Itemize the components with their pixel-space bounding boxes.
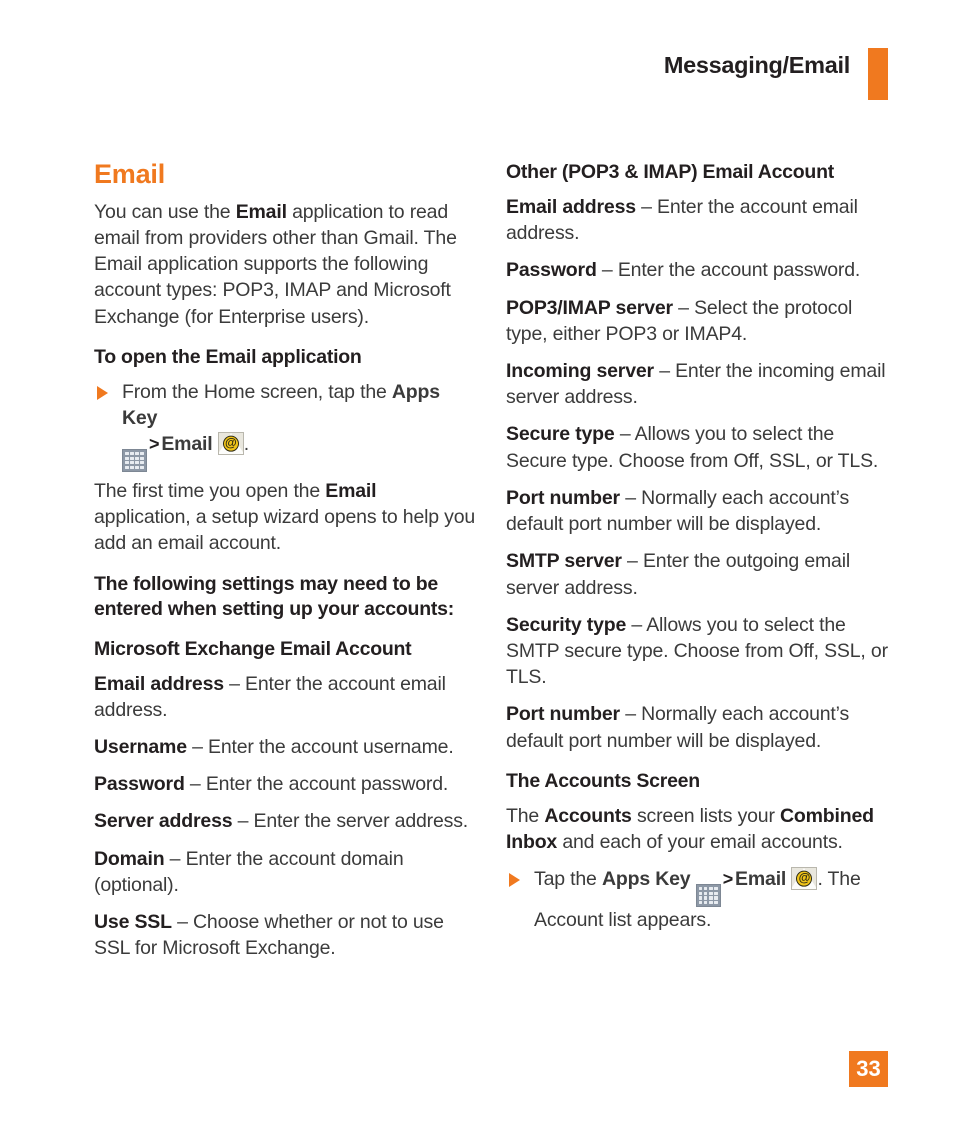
first-time-paragraph: The first time you open the Email applic… [94,478,478,557]
bullet-open-email-label: Email [161,433,213,456]
apps-key-grid [125,452,144,470]
accounts-paragraph: The Accounts screen lists your Combined … [506,803,890,855]
header-accent-bar [868,48,888,100]
settings-notice-heading: The following settings may need to be en… [94,572,454,620]
first-time-bold: Email [325,480,377,503]
setting-desc: – Enter the account username. [186,736,454,758]
intro-bold: Email [235,200,287,223]
orange-triangle-bullet-icon [97,385,108,400]
apps-key-grid [698,887,718,905]
setting-term: Username [94,736,187,758]
setting-term: POP3/IMAP server [506,296,673,319]
bullet-open-email: From the Home screen, tap the Apps Key >… [94,379,478,473]
setting-item: Email address – Enter the account email … [94,671,478,723]
chevron-separator: > [722,869,734,890]
setting-item: Port number – Normally each account’s de… [506,485,890,537]
setting-term: Secure type [506,423,615,446]
setting-item: Port number – Normally each account’s de… [506,701,890,753]
setting-term: Password [94,773,185,796]
subheading-open-email-application: To open the Email application [94,345,362,368]
accounts-b1: Accounts [544,804,632,827]
setting-term: Email address [94,672,224,695]
heading-microsoft-exchange-email-account: Microsoft Exchange Email Account [94,637,412,660]
at-symbol-icon: @ [222,435,239,452]
setting-term: Incoming server [506,360,654,383]
bullet-accounts-email-label: Email [735,868,787,891]
setting-item: Incoming server – Enter the incoming ema… [506,358,890,410]
orange-triangle-bullet-icon [509,873,520,888]
email-envelope-at-icon: @ [217,432,244,456]
bullet-open-post: . [243,433,249,456]
setting-item: Security type – Allows you to select the… [506,612,890,691]
setting-item: POP3/IMAP server – Select the protocol t… [506,295,890,347]
setting-term: Domain [94,847,165,870]
header-title: Messaging/Email [663,52,850,78]
setting-item: Use SSL – Choose whether or not to use S… [94,909,478,961]
bullet-accounts-pre: Tap the [534,868,602,891]
setting-item: Email address – Enter the account email … [506,194,890,246]
intro-paragraph: You can use the Email application to rea… [94,199,478,330]
accounts-p1: The [506,804,545,827]
setting-term: Security type [506,613,627,636]
setting-item: Password – Enter the account password. [94,771,478,797]
setting-item: Domain – Enter the account domain (optio… [94,846,478,898]
setting-item: SMTP server – Enter the outgoing email s… [506,548,890,600]
setting-term: Use SSL [94,911,172,934]
first-time-post: application, a setup wizard opens to hel… [94,506,476,555]
setting-desc: – Enter the account password. [596,259,861,282]
setting-item: Password – Enter the account password. [506,257,890,283]
setting-term: SMTP server [506,550,622,573]
email-envelope-at-icon: @ [791,867,818,891]
apps-key-grid-icon [122,449,147,473]
setting-term: Email address [506,195,636,218]
heading-other-pop3-imap-email-account: Other (POP3 & IMAP) Email Account [506,161,834,183]
setting-item: Secure type – Allows you to select the S… [506,421,890,473]
left-column: Email You can use the Email application … [94,159,478,973]
section-title-email: Email [94,159,166,189]
apps-key-grid-icon [695,884,721,908]
page-header: Messaging/Email [0,48,954,100]
setting-desc: – Enter the server address. [232,810,469,833]
bullet-open-pre: From the Home screen, tap the [122,380,392,403]
setting-term: Password [506,259,597,282]
setting-term: Port number [506,703,620,726]
page-number-badge: 33 [849,1051,888,1087]
first-time-pre: The first time you open the [94,480,326,503]
bullet-open-continuation: > Email @. [122,431,478,473]
right-column: Other (POP3 & IMAP) Email Account Email … [506,160,890,939]
setting-term: Port number [506,486,620,509]
setting-term: Server address [94,810,233,833]
intro-pre: You can use the [94,200,236,223]
accounts-p3: and each of your email accounts. [557,831,843,854]
setting-desc: – Enter the account password. [184,773,449,796]
heading-the-accounts-screen: The Accounts Screen [506,769,700,792]
setting-item: Username – Enter the account username. [94,734,478,760]
bullet-tap-apps-key: Tap the Apps Key > Email @. The Account l… [506,866,890,933]
chevron-separator: > [149,434,160,455]
setting-item: Server address – Enter the server addres… [94,808,478,834]
accounts-p2: screen lists your [631,804,781,827]
at-symbol-icon: @ [796,870,813,887]
bullet-accounts-apps-key-label: Apps Key [601,868,691,891]
